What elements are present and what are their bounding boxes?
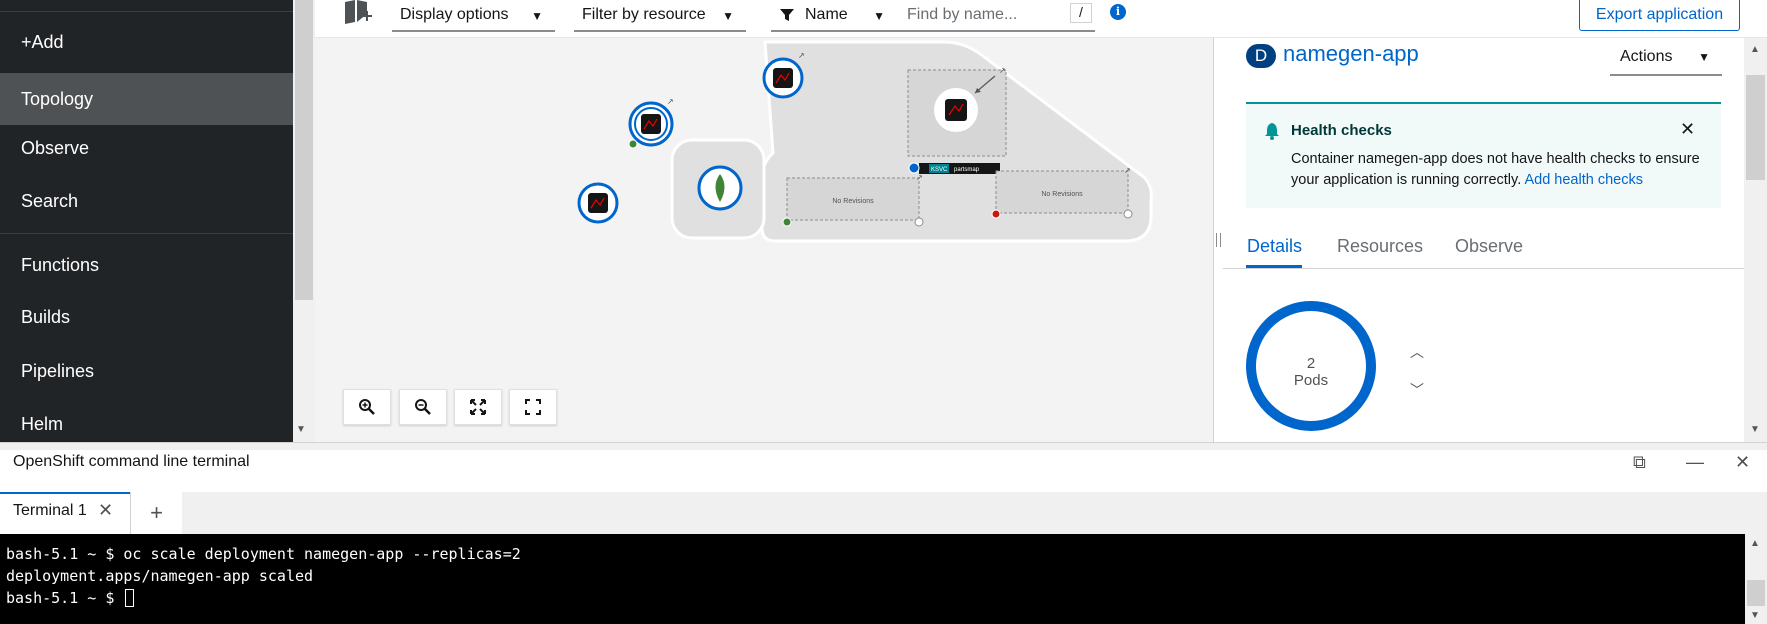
node-image-icon (945, 99, 967, 121)
search-shortcut-hint: / (1070, 3, 1092, 23)
drawer-resize-handle[interactable] (0, 442, 1767, 450)
open-new-window-icon[interactable]: ⧉ (1633, 452, 1646, 473)
topology-graph[interactable]: ↗ KSVC partsmap No Revisions ↗ No Revisi… (315, 38, 1213, 442)
minimize-icon[interactable]: — (1686, 452, 1704, 473)
active-tab-indicator (1246, 265, 1302, 268)
pod-label: Pods (1293, 372, 1329, 389)
nav-divider (0, 11, 293, 12)
caret-down-icon: ▼ (722, 9, 734, 23)
scroll-down-arrow-icon[interactable]: ▼ (1750, 610, 1760, 621)
ksvc-name: partsmap (954, 167, 980, 173)
deployment-badge: D (1246, 44, 1276, 68)
alert-message: Container namegen-app does not have heal… (1291, 149, 1701, 191)
zoom-out-icon (415, 399, 431, 415)
terminal-tab-label: Terminal 1 (13, 502, 87, 519)
filter-by-resource-label: Filter by resource (582, 6, 706, 23)
no-revisions-label-2: No Revisions (1041, 191, 1083, 198)
svg-text:↗: ↗ (916, 173, 923, 182)
scroll-down-arrow-icon[interactable]: ▼ (1750, 424, 1760, 435)
caret-down-icon: ▼ (1698, 50, 1710, 64)
terminal-cursor (125, 589, 135, 607)
fit-to-screen-icon (470, 399, 486, 415)
sidebar: +Add Topology Observe Search Functions B… (0, 0, 293, 442)
fit-to-screen-button[interactable] (454, 389, 502, 425)
close-icon[interactable]: ✕ (98, 500, 113, 521)
drag-handle-icon[interactable] (1216, 233, 1221, 247)
svg-text:↗: ↗ (667, 97, 674, 106)
scroll-up-arrow-icon[interactable]: ▲ (1750, 538, 1760, 549)
add-terminal-button[interactable]: + (130, 492, 182, 534)
terminal-drawer-title: OpenShift command line terminal (13, 453, 250, 470)
tab-observe[interactable]: Observe (1455, 236, 1523, 257)
zoom-out-button[interactable] (399, 389, 447, 425)
sidebar-item-builds[interactable]: Builds (0, 291, 293, 343)
close-icon[interactable]: ✕ (1680, 119, 1695, 140)
deployment-node-3 (577, 182, 619, 224)
filter-by-resource-dropdown[interactable]: Filter by resource ▼ (574, 0, 746, 32)
zoom-in-icon (359, 399, 375, 415)
terminal-scrollbar-thumb[interactable] (1747, 580, 1765, 606)
export-application-button[interactable]: Export application (1579, 0, 1740, 31)
panel-scrollbar-thumb[interactable] (1746, 75, 1765, 180)
caret-down-icon: ▼ (873, 9, 885, 23)
terminal-prompt: bash-5.1 ~ $ (6, 589, 124, 607)
find-by-name-input[interactable] (897, 0, 1095, 32)
nav-divider (0, 233, 293, 234)
pod-count: 2 (1306, 355, 1316, 372)
scale-up-icon[interactable]: ︿ (1410, 342, 1424, 362)
svg-text:↗: ↗ (1124, 166, 1131, 175)
terminal-line-1: bash-5.1 ~ $ oc scale deployment namegen… (6, 545, 521, 563)
scale-down-icon[interactable]: ﹀ (1410, 380, 1424, 400)
zoom-in-button[interactable] (343, 389, 391, 425)
tabs-divider (1223, 268, 1744, 269)
bell-icon (1265, 123, 1279, 140)
filter-icon (780, 9, 794, 21)
terminal-drawer-header (0, 450, 1767, 492)
sidebar-item-add[interactable]: +Add (0, 16, 293, 68)
filter-type-dropdown[interactable]: Name ▼ (771, 0, 897, 32)
display-options-label: Display options (400, 6, 509, 23)
scroll-down-arrow-icon[interactable]: ▼ (296, 424, 306, 435)
filter-type-label: Name (805, 6, 848, 23)
open-url-icon: ↗ (999, 66, 1006, 75)
sidebar-item-search[interactable]: Search (0, 175, 293, 227)
deployment-node-namegen-app: ↗ (628, 97, 674, 149)
sidebar-item-topology[interactable]: Topology (0, 73, 293, 125)
actions-dropdown[interactable]: Actions ▼ (1610, 40, 1722, 76)
tab-details[interactable]: Details (1247, 236, 1302, 257)
panel-title[interactable]: namegen-app (1283, 41, 1419, 67)
close-icon[interactable]: ✕ (1735, 452, 1750, 473)
terminal-line-2: deployment.apps/namegen-app scaled (6, 567, 314, 585)
actions-label: Actions (1620, 48, 1673, 65)
terminal-tabs (0, 492, 1767, 534)
sidebar-scrollbar-thumb[interactable] (295, 0, 313, 300)
display-options-dropdown[interactable]: Display options ▼ (392, 0, 555, 32)
tab-resources[interactable]: Resources (1337, 236, 1423, 257)
ksvc-badge: KSVC (931, 167, 948, 173)
no-revisions-label-1: No Revisions (832, 198, 874, 205)
terminal-line-3: bash-5.1 ~ $ (6, 589, 135, 607)
sidebar-item-functions[interactable]: Functions (0, 239, 293, 291)
scroll-up-arrow-icon[interactable]: ▲ (1750, 44, 1760, 55)
expand-icon (525, 399, 541, 415)
alert-title: Health checks (1291, 122, 1392, 139)
svg-text:↗: ↗ (798, 51, 805, 60)
add-health-checks-link[interactable]: Add health checks (1524, 172, 1643, 188)
quick-search-icon[interactable] (343, 0, 373, 26)
caret-down-icon: ▼ (531, 9, 543, 23)
sidebar-item-pipelines[interactable]: Pipelines (0, 345, 293, 397)
sidebar-item-observe[interactable]: Observe (0, 122, 293, 174)
info-circle-icon[interactable]: i (1110, 4, 1126, 20)
reset-view-button[interactable] (509, 389, 557, 425)
